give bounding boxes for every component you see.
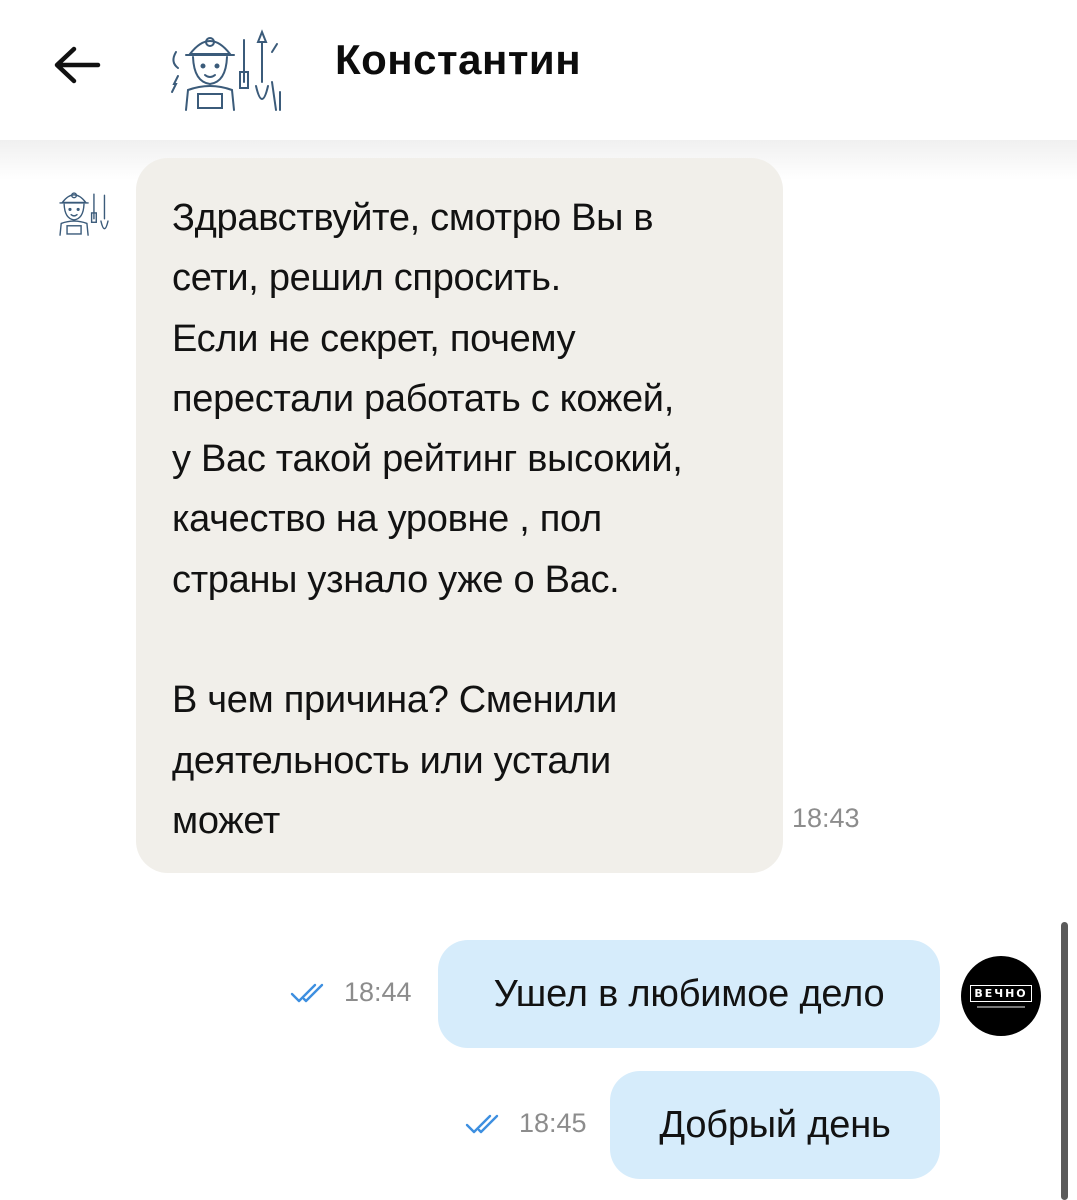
chat-header: Константин bbox=[0, 0, 1077, 140]
message-time: 18:45 bbox=[519, 1108, 587, 1138]
incoming-message-text: Здравствуйте, смотрю Вы в сети, решил сп… bbox=[172, 197, 683, 842]
message-status: 18:45 bbox=[465, 1108, 587, 1139]
chat-screen: Константин Здравствуйте, смотрю Вы в сет… bbox=[0, 0, 1077, 1200]
message-status: 18:44 bbox=[290, 977, 412, 1008]
outgoing-message-text: Ушел в любимое дело bbox=[493, 972, 885, 1015]
electrician-avatar-icon bbox=[59, 192, 109, 236]
message-time: 18:44 bbox=[344, 977, 412, 1007]
electrician-avatar-icon bbox=[171, 29, 281, 111]
back-button[interactable] bbox=[50, 38, 104, 92]
contact-avatar[interactable] bbox=[162, 22, 292, 112]
outgoing-message-text: Добрый день bbox=[659, 1103, 891, 1146]
sender-avatar[interactable] bbox=[46, 178, 122, 242]
outgoing-message-bubble[interactable]: Добрый день bbox=[610, 1071, 940, 1179]
my-avatar-underline bbox=[977, 1005, 1025, 1008]
contact-name[interactable]: Константин bbox=[335, 36, 581, 84]
arrow-left-icon bbox=[54, 46, 101, 84]
message-time: 18:43 bbox=[792, 803, 860, 833]
my-avatar[interactable]: ВЕЧНО bbox=[961, 956, 1041, 1036]
double-check-icon bbox=[290, 983, 324, 1002]
scrollbar[interactable] bbox=[1061, 922, 1068, 1200]
outgoing-message-bubble[interactable]: Ушел в любимое дело bbox=[438, 940, 940, 1048]
double-check-icon bbox=[465, 1114, 499, 1133]
my-avatar-label: ВЕЧНО bbox=[970, 984, 1032, 1002]
